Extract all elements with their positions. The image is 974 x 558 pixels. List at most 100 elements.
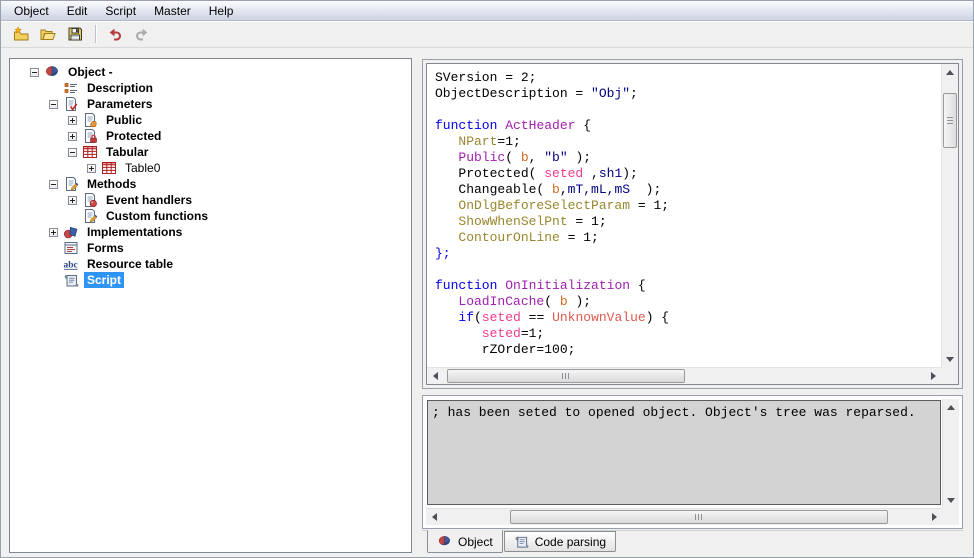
tabular-icon: [101, 160, 117, 176]
code-line: if(seted == UnknownValue) {: [435, 310, 941, 326]
tree-item-forms[interactable]: Forms: [10, 240, 411, 256]
tree-item-implementations[interactable]: Implementations: [10, 224, 411, 240]
arrow-down-icon: [946, 357, 954, 362]
output-log-frame: ; has been seted to opened object. Objec…: [426, 399, 959, 525]
tree-item-label: Custom functions: [103, 208, 211, 224]
expander-minus-icon[interactable]: [30, 68, 39, 77]
expander-minus-icon[interactable]: [49, 100, 58, 109]
scrollbar-corner: [941, 367, 958, 384]
log-vertical-scrollbar[interactable]: [942, 399, 959, 508]
tree-item-resource-table[interactable]: abc Resource table: [10, 256, 411, 272]
expander-plus-icon[interactable]: [68, 196, 77, 205]
tree-item-label: Protected: [103, 128, 164, 144]
scroll-up-button[interactable]: [943, 399, 959, 415]
tree-item-object[interactable]: Object -: [10, 64, 411, 80]
scroll-right-button[interactable]: [925, 368, 941, 384]
tree-item-tabular[interactable]: Tabular: [10, 144, 411, 160]
tree-item-label: Methods: [84, 176, 139, 192]
tree-item-description[interactable]: Description: [10, 80, 411, 96]
code-line: Changeable( b,mT,mL,mS );: [435, 182, 941, 198]
open-button[interactable]: [35, 22, 60, 46]
tree-item-methods[interactable]: Methods: [10, 176, 411, 192]
code-line: [435, 262, 941, 278]
parameters-icon: [63, 96, 79, 112]
object-icon: [437, 534, 453, 550]
tree-item-protected[interactable]: Protected: [10, 128, 411, 144]
log-output[interactable]: ; has been seted to opened object. Objec…: [427, 400, 941, 505]
tree-item-event-handlers[interactable]: Event handlers: [10, 192, 411, 208]
log-horizontal-scrollbar[interactable]: [426, 508, 942, 525]
arrow-up-icon: [947, 405, 955, 410]
scroll-up-button[interactable]: [942, 64, 958, 80]
tab-object[interactable]: Object: [427, 530, 503, 553]
tree-item-label: Tabular: [103, 144, 151, 160]
code-line: Public( b, "b" );: [435, 150, 941, 166]
expander-plus-icon[interactable]: [49, 228, 58, 237]
scroll-left-button[interactable]: [426, 509, 442, 525]
toolbar: [1, 21, 973, 48]
tree-item-public[interactable]: Public: [10, 112, 411, 128]
arrow-right-icon: [932, 513, 937, 521]
scroll-down-button[interactable]: [942, 351, 958, 367]
save-icon: [67, 26, 83, 42]
code-line: function OnInitialization {: [435, 278, 941, 294]
code-horizontal-scrollbar[interactable]: [427, 367, 941, 384]
resource-icon: abc: [63, 256, 79, 272]
code-line: OnDlgBeforeSelectParam = 1;: [435, 198, 941, 214]
arrow-down-icon: [947, 498, 955, 503]
open-icon: [40, 26, 56, 42]
code-vertical-scrollbar[interactable]: [941, 64, 958, 367]
tree-item-label: Public: [103, 112, 145, 128]
expander-plus-icon[interactable]: [68, 116, 77, 125]
new-button[interactable]: [8, 22, 33, 46]
horizontal-scroll-thumb[interactable]: [510, 510, 888, 524]
code-editor-panel: SVersion = 2;ObjectDescription = "Obj"; …: [422, 59, 963, 389]
tree-item-label: Event handlers: [103, 192, 195, 208]
horizontal-scroll-thumb[interactable]: [447, 369, 685, 383]
undo-icon: [107, 26, 123, 42]
code-line: ContourOnLine = 1;: [435, 230, 941, 246]
object-tree-panel[interactable]: Object -DescriptionParametersPublicProte…: [9, 58, 412, 553]
tree-item-label: Description: [84, 80, 156, 96]
menu-item-edit[interactable]: Edit: [58, 2, 97, 20]
undo-button[interactable]: [102, 22, 127, 46]
redo-button[interactable]: [129, 22, 154, 46]
tree-item-custom-functions[interactable]: Custom functions: [10, 208, 411, 224]
tree-item-script[interactable]: Script: [10, 272, 411, 288]
tree-item-label: Implementations: [84, 224, 185, 240]
menu-item-master[interactable]: Master: [145, 2, 200, 20]
code-line: [435, 102, 941, 118]
new-icon: [13, 26, 29, 42]
tree-item-label: Parameters: [84, 96, 155, 112]
expander-plus-icon[interactable]: [87, 164, 96, 173]
tree-item-label: Forms: [84, 240, 127, 256]
save-button[interactable]: [62, 22, 87, 46]
tabular-icon: [82, 144, 98, 160]
code-line: SVersion = 2;: [435, 70, 941, 86]
event-icon: [82, 192, 98, 208]
vertical-scroll-thumb[interactable]: [943, 93, 957, 148]
tree-item-label: Resource table: [84, 256, 176, 272]
expander-plus-icon[interactable]: [68, 132, 77, 141]
expander-minus-icon[interactable]: [68, 148, 77, 157]
code-editor[interactable]: SVersion = 2;ObjectDescription = "Obj"; …: [427, 64, 941, 367]
scroll-right-button[interactable]: [926, 509, 942, 525]
implementations-icon: [63, 224, 79, 240]
tree-item-table0[interactable]: Table0: [10, 160, 411, 176]
tree-item-parameters[interactable]: Parameters: [10, 96, 411, 112]
object-icon: [44, 64, 60, 80]
scroll-down-button[interactable]: [943, 492, 959, 508]
tab-label: Object: [458, 535, 493, 549]
script-icon: [63, 272, 79, 288]
bottom-tab-bar: Object Code parsing: [422, 530, 963, 555]
menu-item-help[interactable]: Help: [200, 2, 243, 20]
menu-item-script[interactable]: Script: [96, 2, 145, 20]
arrow-left-icon: [433, 372, 438, 380]
code-line: seted=1;: [435, 326, 941, 342]
expander-minus-icon[interactable]: [49, 180, 58, 189]
arrow-right-icon: [931, 372, 936, 380]
code-line: rZOrder=100;: [435, 342, 941, 358]
menu-item-object[interactable]: Object: [5, 2, 58, 20]
tab-code-parsing[interactable]: Code parsing: [504, 531, 616, 552]
scroll-left-button[interactable]: [427, 368, 443, 384]
